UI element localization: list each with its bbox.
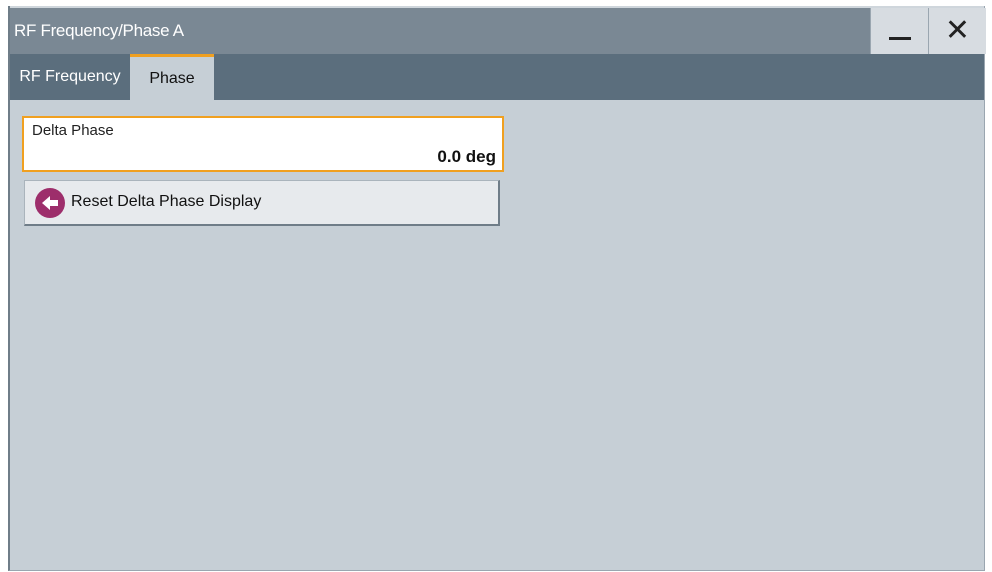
dialog-title: RF Frequency/Phase A bbox=[14, 21, 184, 40]
minimize-icon bbox=[888, 36, 911, 40]
minimize-button[interactable] bbox=[870, 8, 928, 54]
tab-rf-frequency[interactable]: RF Frequency bbox=[10, 54, 130, 100]
rf-frequency-phase-dialog: RF Frequency/Phase A ✕ RF Frequency Phas… bbox=[8, 6, 986, 571]
delta-phase-value: 0.0 deg bbox=[437, 147, 496, 166]
reset-button-label: Reset Delta Phase Display bbox=[71, 193, 262, 210]
close-icon: ✕ bbox=[944, 13, 971, 48]
close-button[interactable]: ✕ bbox=[928, 8, 986, 54]
tab-bar: RF Frequency Phase bbox=[10, 54, 984, 100]
reset-delta-phase-display-button[interactable]: Reset Delta Phase Display bbox=[24, 180, 500, 226]
title-bar: RF Frequency/Phase A ✕ bbox=[10, 6, 986, 54]
delta-phase-label: Delta Phase bbox=[32, 122, 114, 139]
arrow-left-icon bbox=[35, 188, 65, 218]
delta-phase-field[interactable]: Delta Phase 0.0 deg bbox=[22, 116, 504, 172]
tab-phase[interactable]: Phase bbox=[130, 54, 214, 100]
